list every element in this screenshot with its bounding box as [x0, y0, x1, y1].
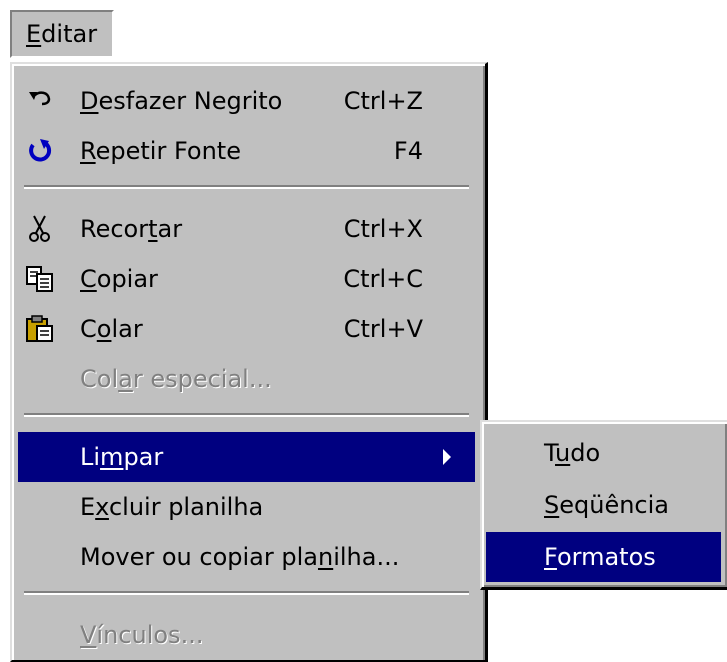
- delete-sheet-label: cluir planilha: [108, 493, 264, 521]
- paste-special-label-pre: Col: [80, 365, 119, 393]
- copy-icon: [26, 266, 53, 292]
- links-label: ínculos...: [96, 621, 204, 649]
- repeat-mnemonic: R: [80, 137, 96, 165]
- all-label-pre: T: [544, 439, 556, 467]
- menu-item-clear[interactable]: Limpar: [18, 432, 475, 482]
- cut-label: ar: [157, 215, 183, 243]
- paste-mnemonic: o: [96, 315, 112, 343]
- undo-shortcut: Ctrl+Z: [343, 87, 423, 115]
- clear-label: par: [123, 443, 164, 471]
- formats-label: ormatos: [556, 543, 656, 571]
- formats-mnemonic: F: [544, 543, 557, 571]
- paste-special-mnemonic: a: [118, 365, 133, 393]
- menu-separator: [24, 413, 469, 417]
- cut-shortcut: Ctrl+X: [343, 215, 423, 243]
- move-copy-sheet-label-pre: Mover ou copiar pla: [80, 543, 318, 571]
- scissors-icon: [29, 215, 50, 242]
- menu-item-cut[interactable]: Recortar Ctrl+X: [18, 204, 475, 254]
- delete-sheet-mnemonic: x: [95, 493, 109, 521]
- clear-mnemonic: m: [100, 443, 124, 471]
- all-mnemonic: u: [555, 439, 571, 467]
- copy-shortcut: Ctrl+C: [343, 265, 423, 293]
- repeat-label: epetir Fonte: [95, 137, 241, 165]
- menu-item-paste-special[interactable]: Colar especial...: [18, 354, 475, 404]
- contents-mnemonic: S: [544, 491, 560, 519]
- move-copy-sheet-label: ilha...: [333, 543, 400, 571]
- delete-sheet-label-pre: E: [80, 493, 96, 521]
- menu-editar[interactable]: Editar: [10, 10, 114, 58]
- undo-label: esfazer Negrito: [98, 87, 283, 115]
- menu-item-repeat[interactable]: Repetir Fonte F4: [18, 126, 475, 176]
- submenu-item-formats[interactable]: Formatos: [486, 532, 721, 582]
- edit-dropdown-menu: Desfazer Negrito Ctrl+Z Repetir Fonte F4…: [10, 62, 488, 662]
- undo-icon: [29, 91, 51, 106]
- menu-item-copy[interactable]: Copiar Ctrl+C: [18, 254, 475, 304]
- menu-editar-label: ditar: [41, 20, 98, 48]
- menu-item-links[interactable]: Vínculos...: [18, 610, 475, 660]
- submenu-item-contents[interactable]: Seqüência: [486, 480, 721, 530]
- paste-icon: [26, 315, 53, 342]
- submenu-item-all[interactable]: Tudo: [486, 428, 721, 478]
- copy-label: opiar: [96, 265, 158, 293]
- menu-item-move-copy-sheet[interactable]: Mover ou copiar planilha...: [18, 532, 475, 582]
- menu-item-undo[interactable]: Desfazer Negrito Ctrl+Z: [18, 76, 475, 126]
- menu-separator: [24, 185, 469, 189]
- contents-label: eqüência: [559, 491, 669, 519]
- redo-icon: [29, 139, 52, 162]
- clear-submenu: Tudo Seqüência Formatos: [480, 420, 727, 590]
- copy-mnemonic: C: [80, 265, 97, 293]
- menu-separator: [24, 591, 469, 595]
- cut-label-pre: Recor: [80, 215, 149, 243]
- menu-editar-mnemonic: E: [26, 20, 42, 48]
- paste-special-label: r especial...: [132, 365, 272, 393]
- all-label: do: [570, 439, 601, 467]
- undo-mnemonic: D: [80, 87, 99, 115]
- paste-shortcut: Ctrl+V: [343, 315, 423, 343]
- submenu-arrow-icon: [443, 449, 451, 465]
- paste-label-pre: C: [80, 315, 97, 343]
- paste-label: lar: [111, 315, 143, 343]
- cut-mnemonic: t: [148, 215, 158, 243]
- move-copy-sheet-mnemonic: n: [317, 543, 334, 571]
- links-mnemonic: V: [80, 621, 97, 649]
- clear-label-pre: Li: [80, 443, 101, 471]
- repeat-shortcut: F4: [393, 137, 423, 165]
- menu-item-paste[interactable]: Colar Ctrl+V: [18, 304, 475, 354]
- menu-item-delete-sheet[interactable]: Excluir planilha: [18, 482, 475, 532]
